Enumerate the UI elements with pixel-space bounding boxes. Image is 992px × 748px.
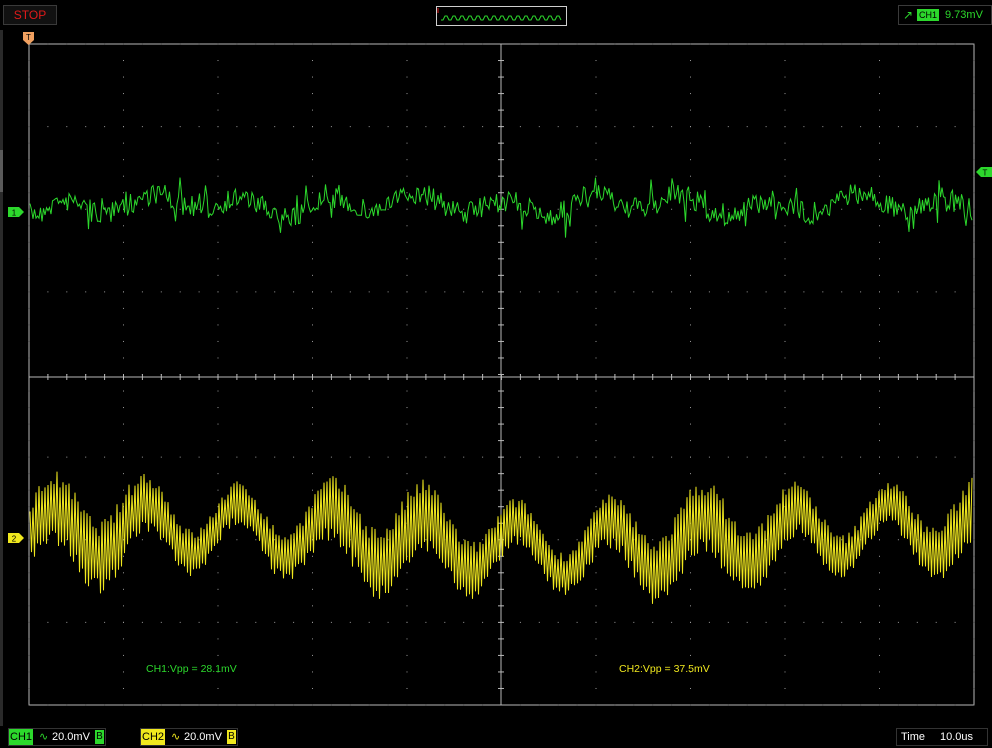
ch2-label: CH2 — [141, 729, 166, 745]
overview-wave-icon — [437, 8, 562, 21]
scope-screen: T T 1 2 CH1:Vpp = 28.1mV CH2:Vpp = 37.5m… — [0, 30, 992, 726]
ac-coupling-icon: ∿ — [171, 731, 181, 743]
trigger-status[interactable]: ↗ CH1 9.73mV — [898, 5, 992, 25]
bottom-status-bar: CH1 ∿ 20.0mV B CH2 ∿ 20.0mV B Time 10.0u… — [0, 726, 992, 748]
ch1-bandwidth-limit: B — [95, 730, 104, 744]
ac-coupling-icon: ∿ — [39, 731, 49, 743]
svg-text:1: 1 — [12, 209, 17, 218]
trigger-source: CH1 — [917, 9, 940, 21]
ch2-settings[interactable]: CH2 ∿ 20.0mV B — [140, 728, 238, 746]
svg-text:T: T — [26, 33, 31, 42]
ch1-ground-marker[interactable]: 1 — [8, 207, 24, 218]
ch1-settings[interactable]: CH1 ∿ 20.0mV B — [8, 728, 106, 746]
ch1-scale: 20.0mV — [52, 731, 90, 743]
rising-edge-icon: ↗ — [903, 8, 914, 22]
ch2-scale: 20.0mV — [184, 731, 222, 743]
waveform-overview[interactable] — [436, 6, 567, 26]
svg-text:2: 2 — [12, 535, 17, 544]
trigger-level-marker[interactable]: T — [976, 167, 992, 178]
ch1-label: CH1 — [9, 729, 34, 745]
ch2-vpp-measurement: CH2:Vpp = 37.5mV — [619, 663, 710, 675]
top-status-bar: STOP ↗ CH1 9.73mV — [0, 0, 992, 30]
timebase-settings[interactable]: Time 10.0us — [896, 728, 988, 746]
ch2-bandwidth-limit: B — [227, 730, 236, 744]
timebase-value: 10.0us — [940, 731, 974, 743]
trigger-level: 9.73mV — [945, 9, 983, 21]
ch1-vpp-measurement: CH1:Vpp = 28.1mV — [146, 663, 237, 675]
trigger-position-marker[interactable]: T — [23, 32, 34, 45]
timebase-label: Time — [901, 731, 926, 743]
ch2-ground-marker[interactable]: 2 — [8, 533, 24, 544]
svg-text:T: T — [983, 169, 988, 178]
run-stop-button[interactable]: STOP — [3, 5, 57, 25]
